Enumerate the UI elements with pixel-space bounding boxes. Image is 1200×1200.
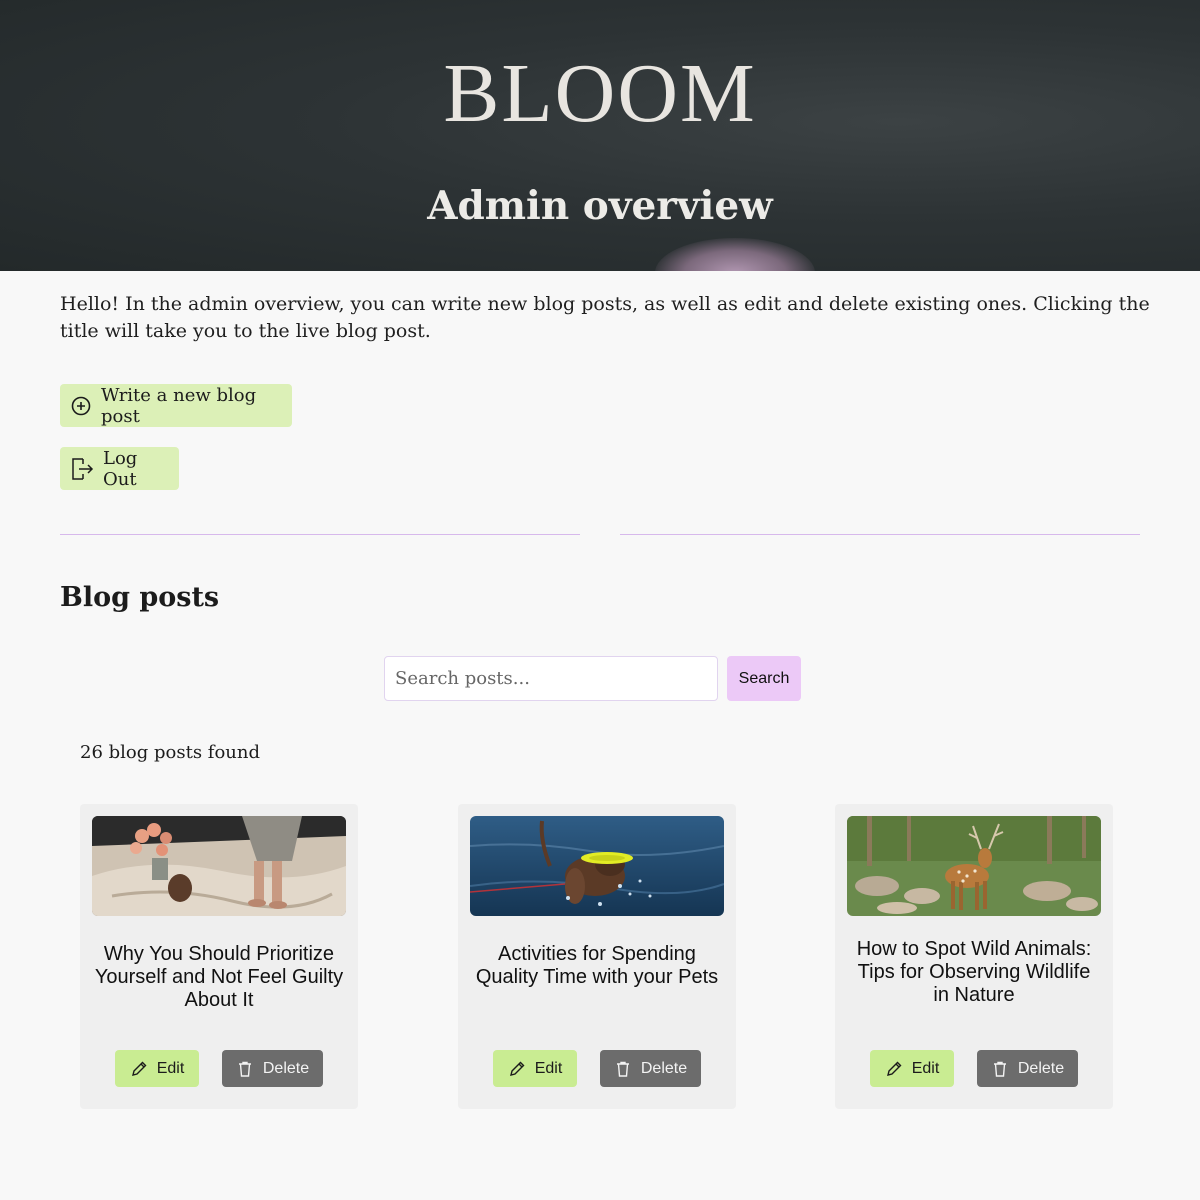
post-card: How to Spot Wild Animals: Tips for Obser… <box>835 804 1113 1109</box>
post-thumbnail <box>92 816 346 916</box>
trash-icon <box>236 1060 254 1078</box>
delete-post-button[interactable]: Delete <box>600 1050 701 1087</box>
plus-circle-icon <box>70 394 92 418</box>
trash-icon <box>614 1060 632 1078</box>
post-title-link[interactable]: How to Spot Wild Animals: Tips for Obser… <box>849 938 1099 1007</box>
edit-post-button[interactable]: Edit <box>115 1050 199 1087</box>
edit-post-button[interactable]: Edit <box>493 1050 577 1087</box>
trash-icon <box>991 1060 1009 1078</box>
edit-label: Edit <box>156 1059 185 1077</box>
delete-label: Delete <box>1017 1059 1065 1077</box>
hero-banner: BLOOM Admin overview <box>0 0 1200 271</box>
post-thumbnail <box>470 816 724 916</box>
edit-label: Edit <box>534 1059 563 1077</box>
post-title-link[interactable]: Activities for Spending Quality Time wit… <box>472 943 722 989</box>
edit-label: Edit <box>911 1059 940 1077</box>
section-divider-left <box>60 534 580 535</box>
write-new-post-label: Write a new blog post <box>101 384 257 427</box>
section-divider-right <box>620 534 1140 535</box>
intro-text: Hello! In the admin overview, you can wr… <box>60 293 1150 342</box>
search-input[interactable] <box>384 656 718 701</box>
results-count: 26 blog posts found <box>80 742 260 763</box>
brand-logo[interactable]: BLOOM <box>0 52 1200 136</box>
write-new-post-button[interactable]: Write a new blog post <box>60 384 292 427</box>
search-button[interactable]: Search <box>727 656 801 701</box>
logout-icon <box>70 457 94 481</box>
hero-background-flower <box>655 238 815 271</box>
logout-button[interactable]: Log Out <box>60 447 179 490</box>
logout-label: Log Out <box>103 447 138 490</box>
delete-post-button[interactable]: Delete <box>222 1050 323 1087</box>
delete-post-button[interactable]: Delete <box>977 1050 1078 1087</box>
delete-label: Delete <box>640 1059 688 1077</box>
pencil-icon <box>885 1060 903 1078</box>
blog-posts-heading: Blog posts <box>60 582 220 613</box>
post-card: Why You Should Prioritize Yourself and N… <box>80 804 358 1109</box>
page-title: Admin overview <box>427 183 773 229</box>
post-title-link[interactable]: Why You Should Prioritize Yourself and N… <box>94 943 344 1012</box>
pencil-icon <box>508 1060 526 1078</box>
post-card: Activities for Spending Quality Time wit… <box>458 804 736 1109</box>
edit-post-button[interactable]: Edit <box>870 1050 954 1087</box>
pencil-icon <box>130 1060 148 1078</box>
delete-label: Delete <box>262 1059 310 1077</box>
post-thumbnail <box>847 816 1101 916</box>
